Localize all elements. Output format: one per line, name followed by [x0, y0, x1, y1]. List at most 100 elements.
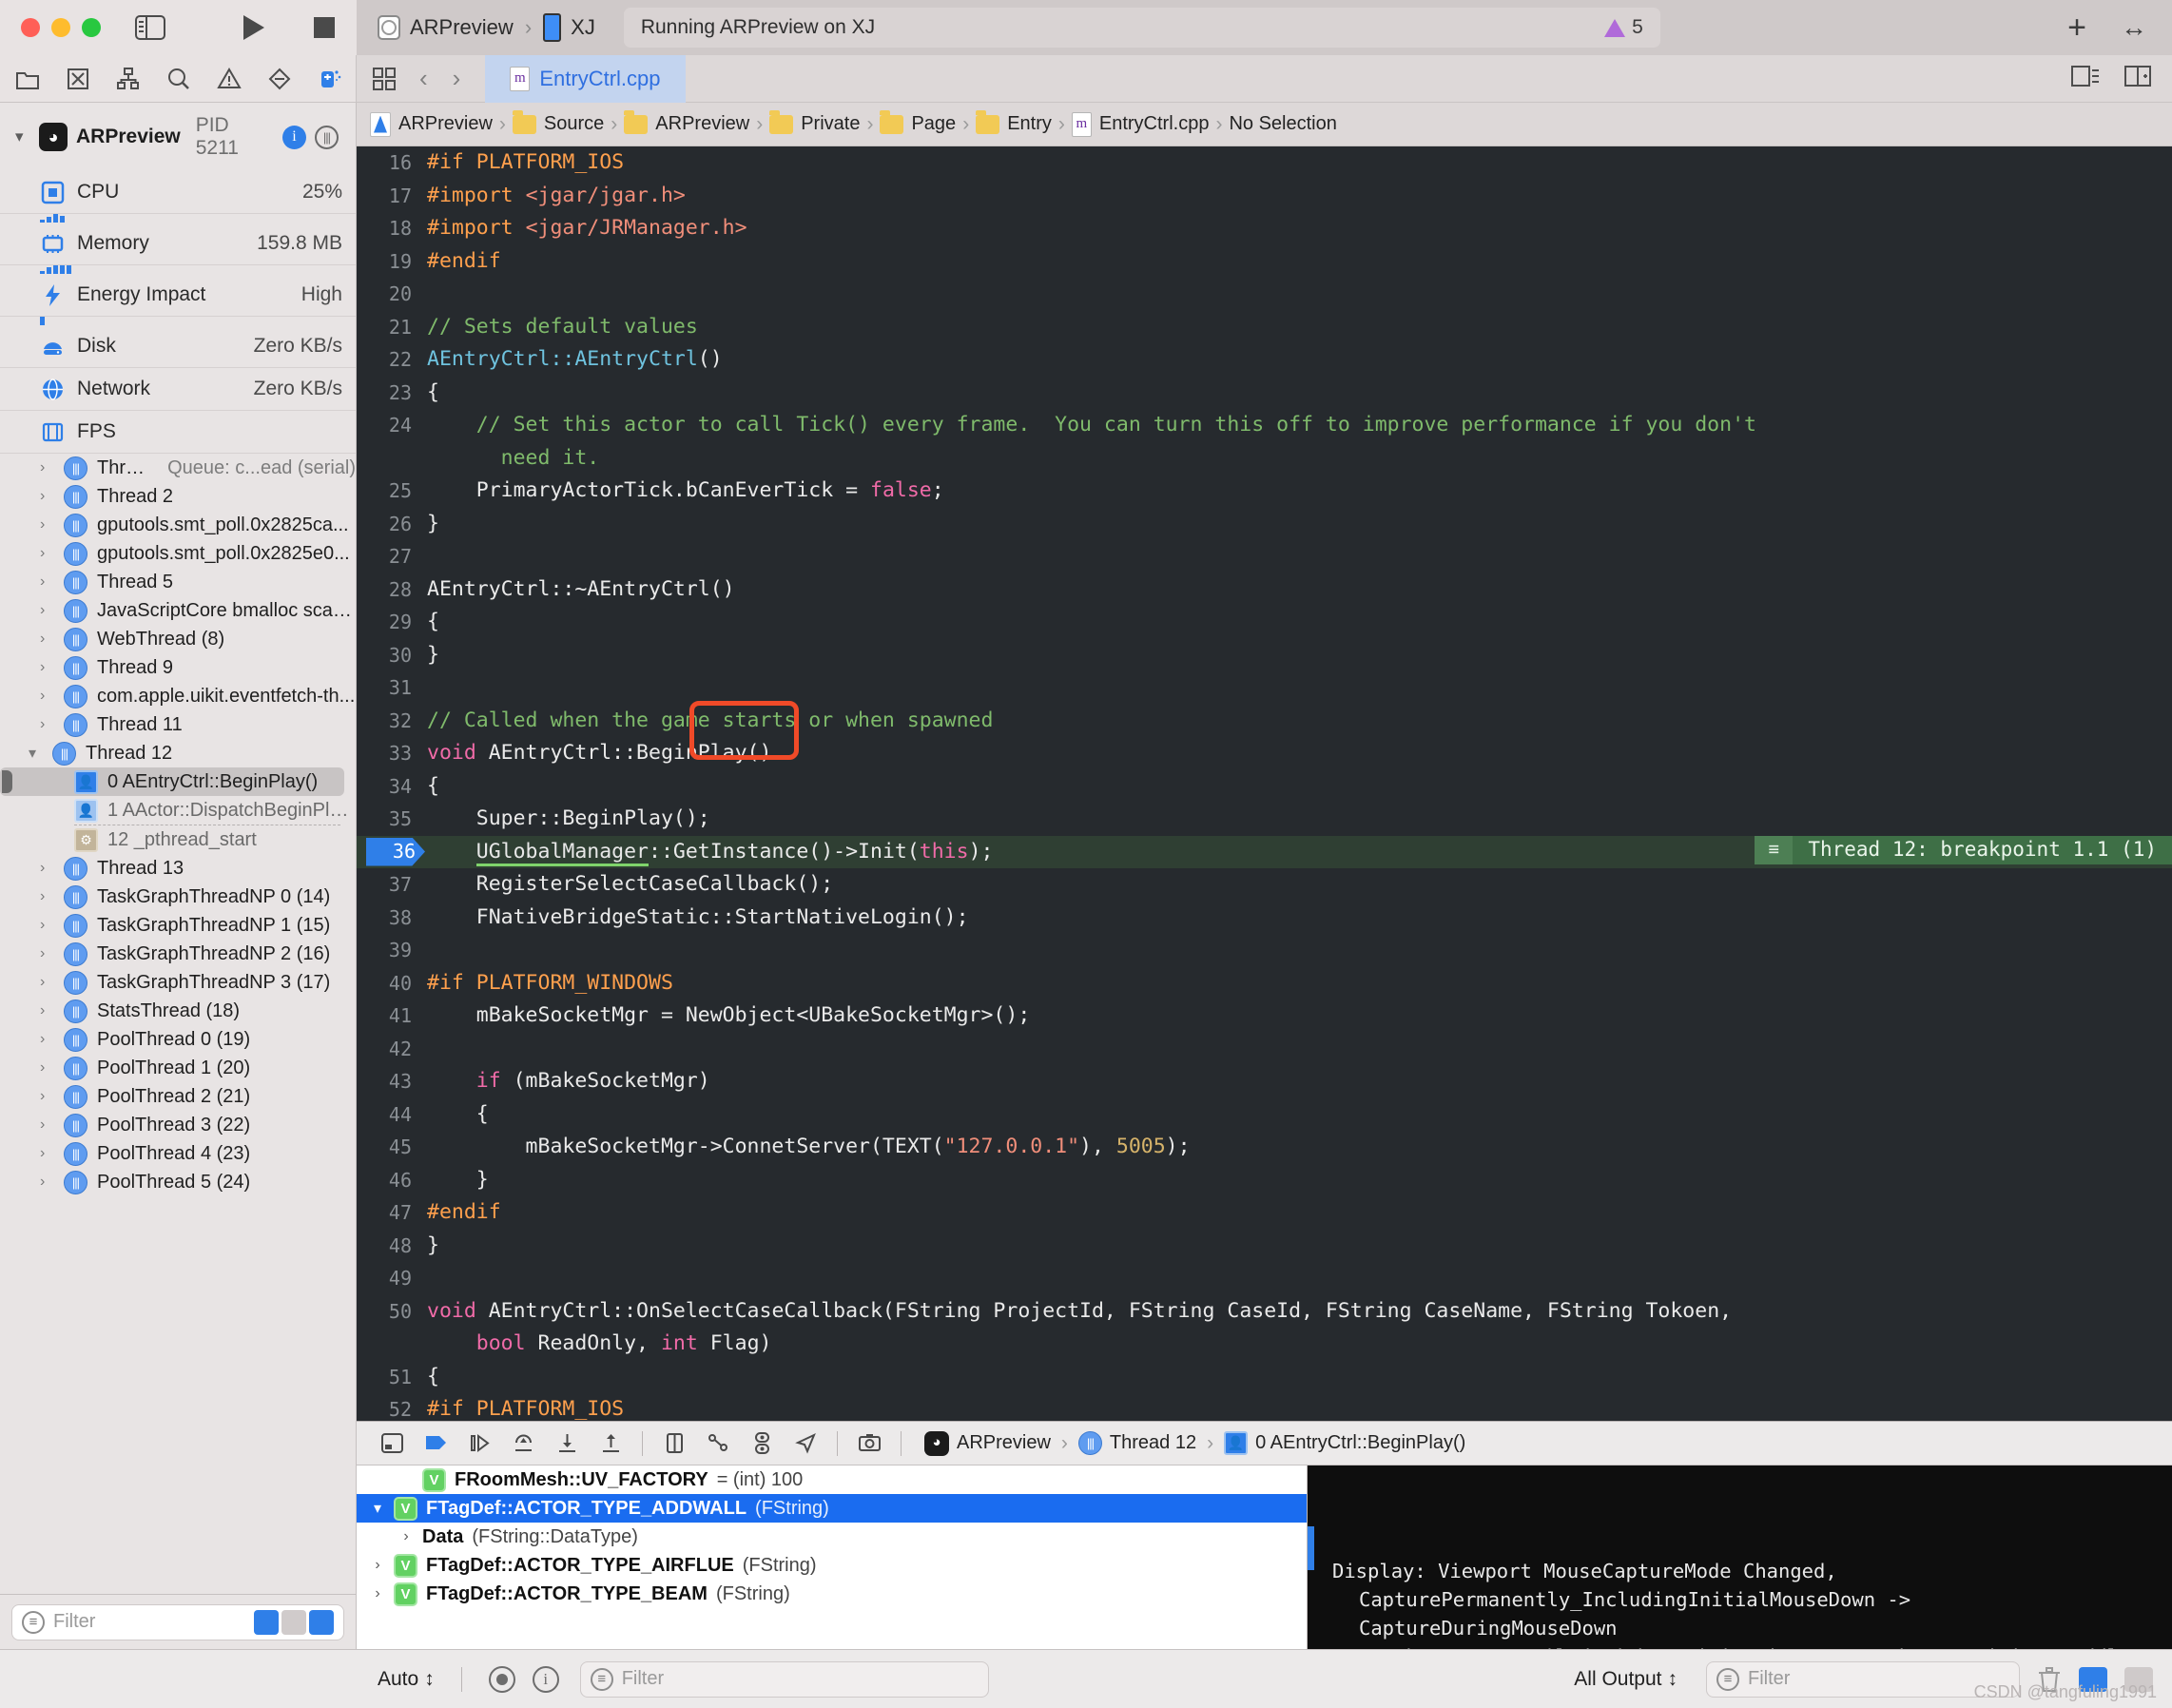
chevron-right-icon[interactable]: ›: [40, 602, 54, 619]
thread-row[interactable]: › PoolThread 5 (24): [0, 1168, 356, 1196]
hide-debug-area-icon[interactable]: [370, 1427, 414, 1461]
variable-info-icon[interactable]: i: [532, 1665, 559, 1693]
line-number[interactable]: 33: [357, 737, 425, 770]
code-line[interactable]: 16 #if PLATFORM_IOS: [357, 146, 2172, 180]
code-line[interactable]: 50 void AEntryCtrl::OnSelectCaseCallback(…: [357, 1295, 2172, 1329]
disclosure-icon[interactable]: ›: [370, 1585, 385, 1602]
editor-layout-icons[interactable]: [2071, 64, 2172, 93]
thread-row[interactable]: › gputools.smt_poll.0x2825ca...: [0, 511, 356, 539]
minimap-toggle-icon[interactable]: [2071, 64, 2100, 93]
line-number[interactable]: 29: [357, 606, 425, 639]
source-control-navigator-icon[interactable]: [66, 66, 90, 92]
code-line[interactable]: bool ReadOnly, int Flag): [357, 1328, 2172, 1361]
step-into-icon[interactable]: [545, 1427, 589, 1461]
console-filter-field[interactable]: Filter: [1706, 1660, 2020, 1698]
code-lines[interactable]: 16 #if PLATFORM_IOS 17 #import <jgar/jgar.h…: [357, 146, 2172, 1421]
line-number[interactable]: 35: [357, 803, 425, 836]
thread-row[interactable]: › Thread 13: [0, 854, 356, 883]
code-line[interactable]: 37 RegisterSelectCaseCallback();: [357, 868, 2172, 902]
chevron-right-icon[interactable]: ›: [40, 573, 54, 591]
thread-row[interactable]: › PoolThread 4 (23): [0, 1139, 356, 1168]
line-number[interactable]: 41: [357, 1000, 425, 1033]
line-number[interactable]: 45: [357, 1131, 425, 1164]
debug-breadcrumb-item[interactable]: ◕ ARPreview: [924, 1430, 1051, 1456]
ui-hierarchy-icon[interactable]: [652, 1427, 696, 1461]
issue-navigator-icon[interactable]: [217, 66, 242, 92]
gauge-row-cpu[interactable]: CPU 25%: [0, 171, 356, 214]
variables-view-controls[interactable]: Auto ↕ i: [357, 1665, 580, 1693]
continue-execution-icon[interactable]: [457, 1427, 501, 1461]
chevron-down-icon[interactable]: ▾: [29, 744, 43, 763]
line-number[interactable]: 28: [357, 573, 425, 607]
variable-row[interactable]: V FRoomMesh::UV_FACTORY = (int) 100: [357, 1465, 1307, 1494]
gauge-row-disk[interactable]: Disk Zero KB/s: [0, 325, 356, 368]
line-number[interactable]: 19: [357, 245, 425, 279]
line-number[interactable]: 42: [357, 1033, 425, 1066]
find-navigator-icon[interactable]: [166, 66, 191, 92]
symbol-navigator-icon[interactable]: [116, 66, 141, 92]
project-navigator-icon[interactable]: [15, 66, 40, 92]
breadcrumb-item[interactable]: Page: [880, 109, 956, 135]
source-editor[interactable]: 16 #if PLATFORM_IOS 17 #import <jgar/jgar.h…: [357, 146, 2172, 1421]
test-navigator-icon[interactable]: [267, 66, 292, 92]
line-number[interactable]: 48: [357, 1230, 425, 1263]
line-number[interactable]: 43: [357, 1065, 425, 1098]
disclosure-icon[interactable]: ▾: [370, 1499, 385, 1518]
deactivate-breakpoints-icon[interactable]: [414, 1427, 457, 1461]
code-line[interactable]: 30}: [357, 639, 2172, 672]
warning-indicator[interactable]: 5: [1604, 16, 1643, 39]
chevron-right-icon[interactable]: ›: [40, 631, 54, 648]
thread-row[interactable]: › com.apple.uikit.eventfetch-th...: [0, 682, 356, 710]
environment-overrides-icon[interactable]: [740, 1427, 784, 1461]
simulate-location-icon[interactable]: [784, 1427, 827, 1461]
scheme-selector[interactable]: ARPreview › XJ: [357, 13, 595, 42]
step-over-icon[interactable]: [501, 1427, 545, 1461]
line-number[interactable]: 52: [357, 1393, 425, 1421]
chevron-right-icon[interactable]: ›: [40, 1031, 54, 1048]
breadcrumb-item[interactable]: Source: [512, 109, 604, 135]
breadcrumb-item[interactable]: m EntryCtrl.cpp: [1071, 111, 1209, 137]
code-line[interactable]: 18 #import <jgar/JRManager.h>: [357, 212, 2172, 245]
code-line[interactable]: 46 }: [357, 1164, 2172, 1197]
stack-frame-row[interactable]: 👤 1 AActor::DispatchBeginPla...: [0, 796, 356, 825]
line-number[interactable]: 32: [357, 705, 425, 738]
line-number[interactable]: 47: [357, 1196, 425, 1230]
thread-row[interactable]: › Thread 9: [0, 653, 356, 682]
line-number[interactable]: 30: [357, 639, 425, 672]
code-line[interactable]: 52 #if PLATFORM_IOS: [357, 1393, 2172, 1421]
line-number[interactable]: 17: [357, 180, 425, 213]
thread-row[interactable]: › PoolThread 2 (21): [0, 1082, 356, 1111]
code-line[interactable]: 23{: [357, 377, 2172, 410]
add-assistant-editor-icon[interactable]: [2124, 64, 2151, 93]
code-line[interactable]: 19 #endif: [357, 245, 2172, 279]
process-badges[interactable]: i: [282, 125, 346, 149]
code-line[interactable]: 31: [357, 671, 2172, 705]
filter-toggle-3[interactable]: [309, 1609, 334, 1635]
chevron-right-icon[interactable]: ›: [40, 917, 54, 934]
line-number[interactable]: 34: [357, 770, 425, 804]
line-number[interactable]: 20: [357, 278, 425, 311]
code-line[interactable]: 44 {: [357, 1098, 2172, 1132]
debug-navigator-icon[interactable]: [318, 66, 342, 92]
chevron-right-icon[interactable]: ›: [40, 1174, 54, 1191]
chevron-right-icon[interactable]: ›: [40, 659, 54, 676]
zoom-window-button[interactable]: [82, 18, 101, 37]
chevron-right-icon[interactable]: ›: [40, 1059, 54, 1077]
gauge-row-memory[interactable]: Memory 159.8 MB: [0, 223, 356, 265]
debug-toolbar[interactable]: ◕ ARPreview › Thread 12 › 👤 0 AEntryCtrl::Begi…: [357, 1422, 2172, 1465]
thread-row[interactable]: › Thread 1 Queue: c...ead (serial): [0, 454, 356, 482]
line-number[interactable]: 24: [357, 409, 425, 442]
go-forward-icon[interactable]: ›: [453, 64, 461, 93]
memory-graph-icon[interactable]: [696, 1427, 740, 1461]
filter-toggle-2[interactable]: [281, 1609, 306, 1635]
output-mode-select[interactable]: All Output ↕: [1574, 1668, 1677, 1691]
line-number[interactable]: 21: [357, 311, 425, 344]
thread-row[interactable]: › Thread 11: [0, 710, 356, 739]
variable-row[interactable]: › V FTagDef::ACTOR_TYPE_AIRFLUE (FString): [357, 1551, 1307, 1580]
variables-view[interactable]: V FRoomMesh::UV_FACTORY = (int) 100 ▾ V FTag…: [357, 1465, 1308, 1649]
scope-select[interactable]: Auto ↕: [378, 1668, 435, 1691]
code-line[interactable]: 45 mBakeSocketMgr->ConnetServer(TEXT("12…: [357, 1131, 2172, 1164]
code-line[interactable]: 25 PrimaryActorTick.bCanEverTick = false…: [357, 475, 2172, 508]
console-output[interactable]: Display: Viewport MouseCaptureMode Chang…: [1308, 1465, 2172, 1649]
line-number[interactable]: 25: [357, 475, 425, 508]
